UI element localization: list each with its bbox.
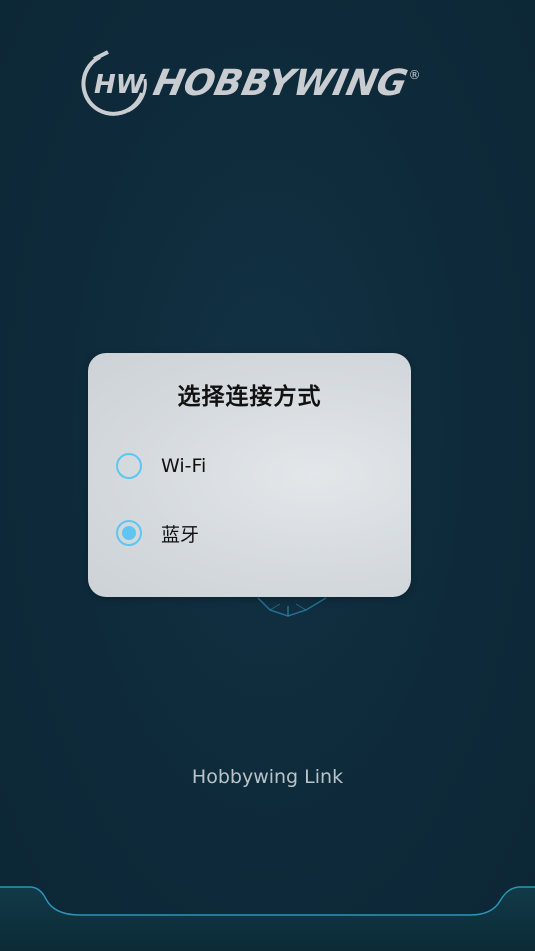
bluetooth-radio-button[interactable]	[116, 520, 142, 546]
logo-wordmark: HOBBYWING	[149, 63, 411, 104]
app-name-label: Hobbywing Link	[191, 766, 344, 788]
option-bluetooth-label: 蓝牙	[161, 523, 200, 546]
bottom-decoration	[0, 886, 535, 951]
app-screen: HW HOBBYWING ® 选择连接方式 Wi-Fi 蓝牙 Hobbywing…	[0, 0, 535, 951]
option-bluetooth[interactable]: 蓝牙	[116, 516, 199, 550]
hobbywing-monogram-icon: HW	[81, 50, 147, 116]
connection-method-dialog: 选择连接方式 Wi-Fi 蓝牙	[88, 353, 411, 597]
wifi-radio-button[interactable]	[116, 453, 142, 479]
hobbywing-logo: HW HOBBYWING ®	[80, 48, 460, 120]
option-wifi[interactable]: Wi-Fi	[116, 449, 206, 483]
dialog-title: 选择连接方式	[177, 384, 322, 410]
registered-mark: ®	[408, 68, 421, 82]
option-wifi-label: Wi-Fi	[161, 455, 207, 477]
svg-text:HW: HW	[94, 70, 146, 100]
